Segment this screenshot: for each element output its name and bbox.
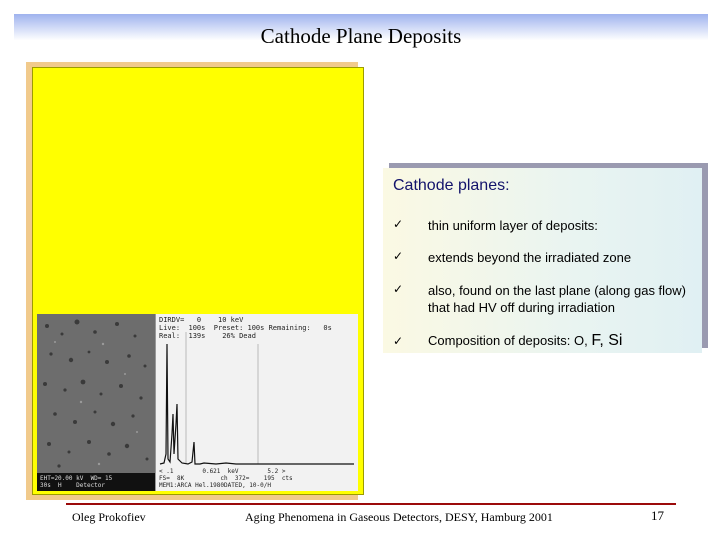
checkmark-icon: ✓ [393,334,404,348]
footer-rule [66,503,676,505]
edx-spectrum: DIRDV= 0 10 keV Live: 100s Preset: 100s … [155,314,358,491]
info-item-1: thin uniform layer of deposits: [428,218,598,233]
info-item-4: Composition of deposits: O, F, Si [428,332,698,349]
slide-title: Cathode Plane Deposits [260,24,462,48]
checkmark-icon: ✓ [393,282,404,296]
info-heading: Cathode planes: [393,177,510,194]
checkmark-icon: ✓ [393,217,404,231]
spectrum-plot [159,332,354,465]
info-box: Cathode planes: ✓ thin uniform layer of … [383,168,702,353]
spectrum-header-text: DIRDV= 0 10 keV Live: 100s Preset: 100s … [159,316,332,340]
info-item-4-prefix: Composition of deposits: O, [428,333,588,348]
sem-particles [43,319,149,468]
info-item-3: also, found on the last plane (along gas… [428,283,687,315]
page-number: 17 [651,508,664,523]
footer-conference: Aging Phenomena in Gaseous Detectors, DE… [245,510,553,524]
title-bar: Cathode Plane Deposits [14,14,708,58]
info-item-4-elements: F, Si [591,332,623,349]
checkmark-icon: ✓ [393,249,404,263]
footer-author: Oleg Prokofiev [72,510,146,524]
sem-info-text: EHT=20.00 kV WD= 15 30s H Detector [40,475,113,489]
spectrum-trace [159,343,354,465]
sem-info-bar: EHT=20.00 kV WD= 15 30s H Detector [37,473,155,491]
sem-micrograph: EHT=20.00 kV WD= 15 30s H Detector [37,314,155,491]
spectrum-footer-text: < .1 0.621 keV 5.2 > FS= 8K ch 372= 195 … [159,468,293,489]
info-item-2: extends beyond the irradiated zone [428,250,632,265]
